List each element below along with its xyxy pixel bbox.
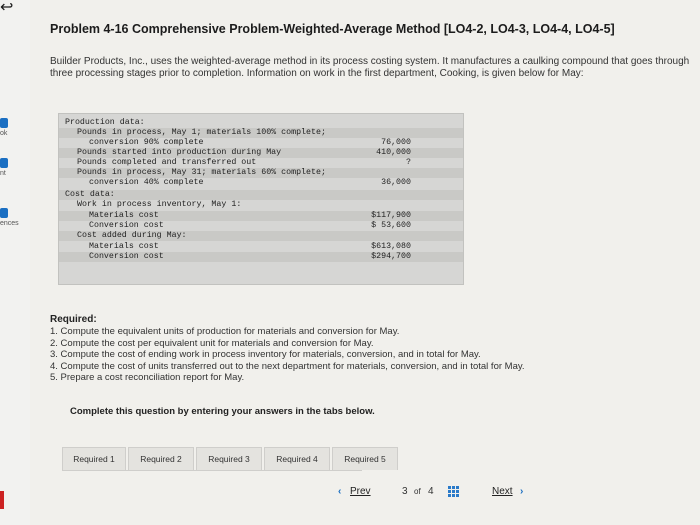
grid-icon[interactable]: [448, 486, 460, 498]
page-total: 4: [428, 486, 434, 497]
page-current: 3: [402, 486, 408, 497]
table-row: Pounds in process, May 1; materials 100%…: [59, 128, 463, 138]
print-icon: [0, 158, 8, 168]
sidebar-item-1[interactable]: ok: [0, 118, 30, 137]
row-value: 410,000: [376, 148, 411, 157]
row-value: $613,080: [371, 242, 411, 251]
row-label: Materials cost: [89, 242, 159, 251]
bookmark-icon: [0, 118, 8, 128]
row-label: Production data:: [65, 118, 145, 127]
tab-label: Required 3: [208, 454, 250, 464]
main-content: Problem 4-16 Comprehensive Problem-Weigh…: [30, 0, 700, 525]
table-row: Materials cost $117,900: [59, 211, 463, 221]
row-value: $117,900: [371, 211, 411, 220]
next-link[interactable]: Next: [492, 486, 513, 497]
list-item: 2. Compute the cost per equivalent unit …: [50, 337, 374, 349]
table-row: Pounds completed and transferred out ?: [59, 158, 463, 168]
tab-underline: [62, 470, 362, 471]
list-item: 1. Compute the equivalent units of produ…: [50, 326, 400, 337]
list-item: 5. Prepare a cost reconciliation report …: [50, 372, 245, 384]
tab-required-3[interactable]: Required 3: [196, 447, 262, 470]
row-label: Conversion cost: [89, 221, 164, 230]
table-row: Conversion cost $ 53,600: [59, 221, 463, 231]
tab-required-4[interactable]: Required 4: [264, 447, 330, 470]
row-value: ?: [406, 158, 411, 167]
row-label: Conversion cost: [89, 252, 164, 261]
data-table: Production data: Pounds in process, May …: [58, 113, 464, 285]
tab-label: Required 4: [276, 454, 318, 464]
tab-required-1[interactable]: Required 1: [62, 447, 126, 470]
tab-label: Required 2: [140, 454, 182, 464]
table-row: Cost added during May:: [59, 231, 463, 241]
list-item: 4. Compute the cost of units transferred…: [50, 360, 525, 372]
list-item: 3. Compute the cost of ending work in pr…: [50, 349, 481, 361]
row-value: 36,000: [381, 178, 411, 187]
required-tabs: Required 1 Required 2 Required 3 Require…: [62, 447, 422, 471]
tab-label: Required 1: [73, 454, 115, 464]
row-label: Pounds started into production during Ma…: [77, 148, 282, 157]
tab-label: Required 5: [344, 454, 386, 464]
sidebar-item-3[interactable]: ences: [0, 208, 30, 227]
left-rail: ↩ ok nt ences: [0, 0, 31, 525]
table-row: Pounds in process, May 31; materials 60%…: [59, 168, 463, 178]
table-row: conversion 40% complete 36,000: [59, 178, 463, 188]
chevron-right-icon[interactable]: ›: [520, 486, 523, 497]
sidebar-item-2[interactable]: nt: [0, 158, 30, 177]
instruction-text: Complete this question by entering your …: [70, 406, 375, 417]
table-row: Cost data:: [59, 190, 463, 200]
sidebar-item-label: ok: [0, 130, 8, 137]
row-label: Pounds in process, May 31; materials 60%…: [77, 168, 326, 177]
problem-intro: Builder Products, Inc., uses the weighte…: [50, 56, 690, 79]
table-row: Work in process inventory, May 1:: [59, 200, 463, 210]
row-label: conversion 90% complete: [89, 138, 204, 147]
page-of: of: [414, 487, 421, 496]
row-value: 76,000: [381, 138, 411, 147]
table-row: Conversion cost $294,700: [59, 252, 463, 262]
table-row: Production data:: [59, 118, 463, 128]
tab-required-5[interactable]: Required 5: [332, 447, 398, 470]
required-heading: Required:: [50, 314, 97, 325]
sidebar-item-label: ences: [0, 220, 19, 227]
table-row: Pounds started into production during Ma…: [59, 148, 463, 158]
row-label: Pounds completed and transferred out: [77, 158, 257, 167]
row-label: Pounds in process, May 1; materials 100%…: [77, 128, 326, 137]
prev-link[interactable]: Prev: [350, 486, 371, 497]
sidebar-item-label: nt: [0, 170, 6, 177]
row-label: Work in process inventory, May 1:: [77, 200, 242, 209]
row-label: Cost data:: [65, 190, 115, 199]
row-label: Cost added during May:: [77, 231, 187, 240]
back-arrow-icon[interactable]: ↩: [0, 0, 16, 16]
row-value: $ 53,600: [371, 221, 411, 230]
references-icon: [0, 208, 8, 218]
table-row: Materials cost $613,080: [59, 242, 463, 252]
row-label: Materials cost: [89, 211, 159, 220]
table-row: conversion 90% complete 76,000: [59, 138, 463, 148]
chevron-left-icon[interactable]: ‹: [338, 486, 341, 497]
row-label: conversion 40% complete: [89, 178, 204, 187]
row-value: $294,700: [371, 252, 411, 261]
required-list: 1. Compute the equivalent units of produ…: [50, 326, 525, 384]
problem-title: Problem 4-16 Comprehensive Problem-Weigh…: [50, 22, 615, 36]
tab-required-2[interactable]: Required 2: [128, 447, 194, 470]
bottom-marker: [0, 491, 4, 509]
